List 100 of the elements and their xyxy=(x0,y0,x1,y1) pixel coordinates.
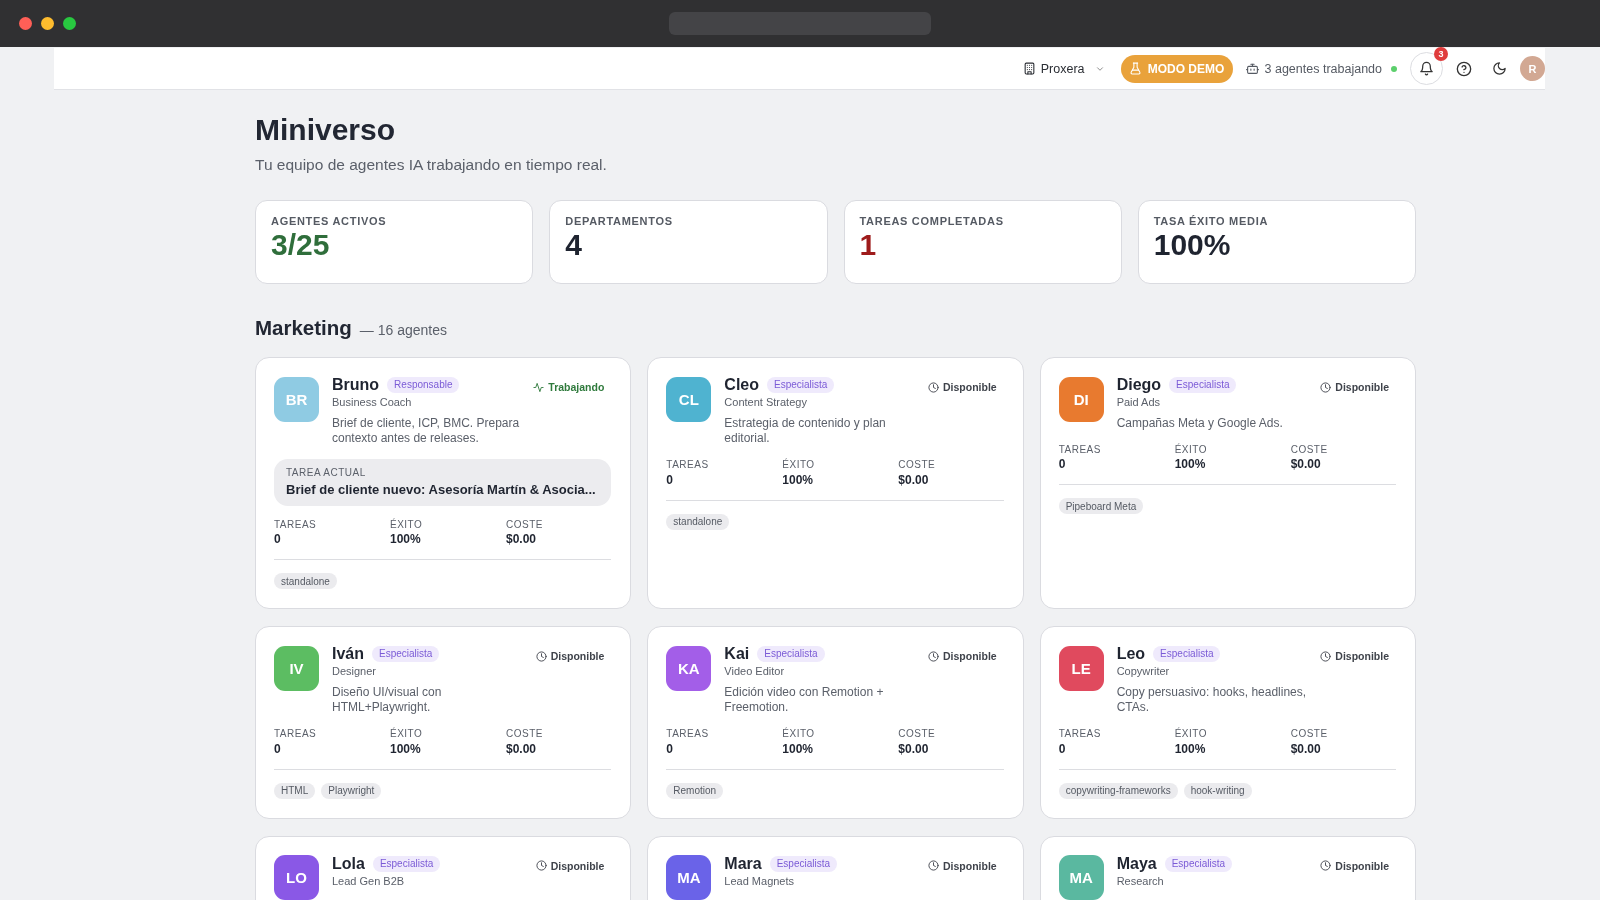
agent-description: Edición video con Remotion + Freemotion. xyxy=(724,684,885,716)
stat-label: TAREAS COMPLETADAS xyxy=(859,215,1005,228)
agent-role: Copywriter xyxy=(1116,664,1171,679)
agent-role: Content Strategy xyxy=(724,395,808,410)
task-title: Brief de cliente nuevo: Asesoría Martín & Asocia... xyxy=(286,481,597,498)
metric-label: COSTE xyxy=(1290,443,1328,456)
minimize-icon[interactable] xyxy=(41,17,54,30)
agent-avatar: CL xyxy=(666,376,712,422)
role-badge: Especialista xyxy=(372,646,440,662)
agent-role: Paid Ads xyxy=(1116,395,1162,410)
status-label: Disponible xyxy=(1335,380,1389,394)
robot-icon xyxy=(1245,62,1259,75)
role-badge: Responsable xyxy=(387,377,460,393)
agent-name: Mara xyxy=(724,854,762,873)
metric-value: 100% xyxy=(1174,741,1206,757)
metric-label: TAREAS xyxy=(274,728,317,740)
metric-value: 100% xyxy=(782,472,814,488)
maximize-icon[interactable] xyxy=(63,17,76,30)
agent-name: Leo xyxy=(1116,645,1146,663)
role-badge: Especialista xyxy=(1169,377,1237,393)
metric-label: TAREAS xyxy=(666,459,709,471)
agent-role: Video Editor xyxy=(724,664,786,679)
metric-label: COSTE xyxy=(506,518,543,531)
skill-tag: copywriting-frameworks xyxy=(1058,782,1178,799)
theme-toggle-button[interactable] xyxy=(1492,61,1507,76)
help-icon xyxy=(1456,60,1472,77)
metric-value: 0 xyxy=(666,741,673,757)
building-icon xyxy=(1022,62,1036,75)
metric-value: $0.00 xyxy=(1290,741,1321,757)
agent-name: Cleo xyxy=(724,376,759,394)
metric-label: ÉXITO xyxy=(782,459,815,471)
status-label: Disponible xyxy=(1335,649,1389,663)
demo-mode-button[interactable]: MODO DEMO xyxy=(1120,54,1233,83)
agent-description: Estrategia de contenido y plan editorial. xyxy=(724,415,887,447)
metric-value: 100% xyxy=(390,532,421,547)
metric-value: 100% xyxy=(390,741,421,757)
metric-value: 100% xyxy=(782,741,814,757)
agent-count: — 16 agentes xyxy=(359,322,447,338)
status-label: Disponible xyxy=(943,649,997,663)
agent-name: Maya xyxy=(1116,854,1157,873)
metric-value: 0 xyxy=(1058,457,1066,472)
status-label: Disponible xyxy=(1335,858,1389,873)
agent-avatar: LE xyxy=(1058,645,1104,691)
skill-tag: standalone xyxy=(666,513,730,530)
stat-label: TASA ÉXITO MEDIA xyxy=(1153,215,1270,228)
agent-avatar: KA xyxy=(666,645,712,691)
activity-icon xyxy=(533,381,545,393)
agent-role: Business Coach xyxy=(332,395,413,410)
skill-tag: Playwright xyxy=(321,782,382,799)
agent-role: Designer xyxy=(332,664,378,679)
metric-value: 0 xyxy=(666,472,673,488)
stat-label: DEPARTAMENTOS xyxy=(565,215,674,228)
clock-icon xyxy=(928,650,939,662)
skill-tag: Remotion xyxy=(666,782,724,799)
agent-description: Brief de cliente, ICP, BMC. Prepara contexto antes de releases. xyxy=(332,415,521,447)
agent-name: Lola xyxy=(332,854,365,873)
agent-description: Copy persuasivo: hooks, headlines, CTAs. xyxy=(1116,684,1308,716)
skill-tag: standalone xyxy=(274,573,337,589)
metric-value: $0.00 xyxy=(506,532,537,547)
help-button[interactable] xyxy=(1456,60,1472,77)
metric-label: COSTE xyxy=(506,728,543,740)
metric-label: ÉXITO xyxy=(1174,443,1207,456)
clock-icon xyxy=(928,381,939,393)
agent-avatar: BR xyxy=(274,376,319,422)
flask-icon xyxy=(1128,62,1142,75)
status-label: Disponible xyxy=(550,649,605,663)
stat-value: 3/25 xyxy=(271,228,331,262)
clock-icon xyxy=(928,860,939,871)
agent-name: Kai xyxy=(724,645,750,663)
role-badge: Especialista xyxy=(1153,646,1221,662)
role-badge: Especialista xyxy=(757,646,825,662)
page-title: Miniverso xyxy=(255,112,397,148)
agent-description: Campañas Meta y Google Ads. xyxy=(1116,415,1284,431)
close-icon[interactable] xyxy=(19,17,32,30)
stat-value: 100% xyxy=(1153,228,1232,262)
metric-value: 0 xyxy=(274,741,281,757)
role-badge: Especialista xyxy=(1164,855,1233,872)
skill-tag: Pipeboard Meta xyxy=(1058,498,1144,514)
role-badge: Especialista xyxy=(372,855,441,872)
working-agents-status: 3 agentes trabajando xyxy=(1264,61,1382,76)
metric-value: $0.00 xyxy=(1290,457,1321,472)
metric-label: ÉXITO xyxy=(1174,728,1207,740)
metric-label: TAREAS xyxy=(1058,443,1101,456)
status-label: Disponible xyxy=(943,380,997,394)
stat-label: AGENTES ACTIVOS xyxy=(271,215,388,228)
metric-value: 0 xyxy=(1058,741,1066,757)
metric-label: COSTE xyxy=(898,459,936,471)
metric-value: $0.00 xyxy=(898,741,929,757)
agent-description: Diseño UI/visual con HTML+Playwright. xyxy=(332,684,443,716)
metric-label: TAREAS xyxy=(1058,728,1101,740)
agent-avatar: MA xyxy=(1058,855,1104,900)
stat-value: 4 xyxy=(565,228,583,262)
workspace-selector[interactable]: Proxera xyxy=(1022,61,1105,76)
metric-label: ÉXITO xyxy=(390,728,423,740)
clock-icon xyxy=(1320,650,1332,662)
clock-icon xyxy=(1320,860,1332,871)
agent-avatar: DI xyxy=(1058,376,1104,422)
notification-count: 3 xyxy=(1434,47,1448,61)
task-label: TAREA ACTUAL xyxy=(286,466,367,479)
skill-tag: hook-writing xyxy=(1183,782,1252,799)
